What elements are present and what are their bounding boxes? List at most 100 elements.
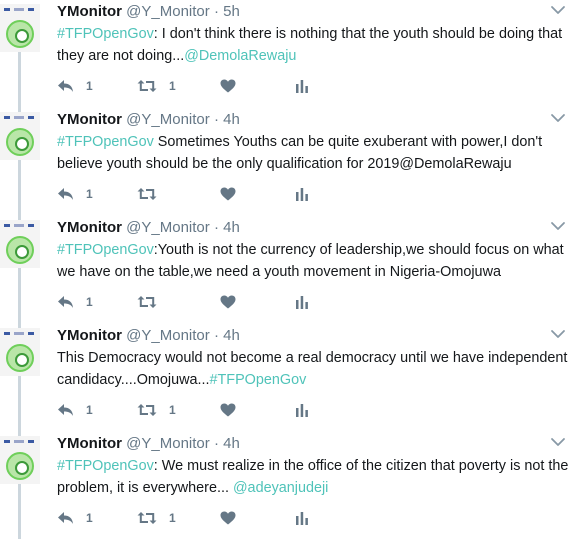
tweet-header: YMonitor @Y_Monitor · 4h xyxy=(57,111,240,129)
tweet-text: #TFPOpenGov:Youth is not the currency of… xyxy=(57,240,577,283)
separator-dot: · xyxy=(213,327,219,344)
hashtag-link[interactable]: #TFPOpenGov xyxy=(210,372,307,388)
tweet-actions: 1 1 xyxy=(57,402,317,418)
avatar[interactable] xyxy=(0,4,40,52)
chevron-down-icon[interactable] xyxy=(550,3,566,15)
bar-chart-icon xyxy=(295,511,309,525)
bar-chart-icon xyxy=(295,295,309,309)
mention-link[interactable]: @adeyanjudeji xyxy=(233,480,328,496)
tweet-text: This Democracy would not become a real d… xyxy=(57,348,577,391)
retweet-button[interactable] xyxy=(137,186,169,202)
reply-icon xyxy=(57,511,74,525)
reply-icon xyxy=(57,295,74,309)
like-button[interactable] xyxy=(220,402,248,418)
reply-button[interactable]: 1 xyxy=(57,510,93,526)
chevron-down-icon[interactable] xyxy=(550,111,566,123)
reply-count: 1 xyxy=(86,187,93,201)
reply-icon xyxy=(57,187,74,201)
tweet-header: YMonitor @Y_Monitor · 4h xyxy=(57,219,240,237)
tweet-text: #TFPOpenGov: I don't think there is noth… xyxy=(57,24,577,67)
separator-dot: · xyxy=(213,219,219,236)
retweet-icon xyxy=(137,187,157,201)
heart-icon xyxy=(220,511,236,525)
analytics-button[interactable] xyxy=(295,294,309,310)
like-button[interactable] xyxy=(220,78,248,94)
like-button[interactable] xyxy=(220,294,248,310)
retweet-button[interactable]: 1 xyxy=(137,510,176,526)
author-name[interactable]: YMonitor xyxy=(57,3,122,20)
retweet-count: 1 xyxy=(169,511,176,525)
retweet-icon xyxy=(137,403,157,417)
avatar[interactable] xyxy=(0,436,40,484)
chevron-down-icon[interactable] xyxy=(550,327,566,339)
author-name[interactable]: YMonitor xyxy=(57,111,122,128)
author-handle[interactable]: @Y_Monitor xyxy=(126,219,210,236)
tweet-text: #TFPOpenGov: We must realize in the offi… xyxy=(57,456,577,499)
timestamp[interactable]: 4h xyxy=(223,219,240,236)
avatar[interactable] xyxy=(0,220,40,268)
like-button[interactable] xyxy=(220,510,248,526)
separator-dot: · xyxy=(213,111,219,128)
tweet-text: #TFPOpenGov Sometimes Youths can be quit… xyxy=(57,132,577,175)
author-name[interactable]: YMonitor xyxy=(57,219,122,236)
retweet-button[interactable] xyxy=(137,294,169,310)
retweet-icon xyxy=(137,295,157,309)
bar-chart-icon xyxy=(295,79,309,93)
hashtag-link[interactable]: #TFPOpenGov xyxy=(57,134,154,150)
retweet-button[interactable]: 1 xyxy=(137,78,176,94)
tweet-header: YMonitor @Y_Monitor · 4h xyxy=(57,327,240,345)
bar-chart-icon xyxy=(295,403,309,417)
analytics-button[interactable] xyxy=(295,510,309,526)
author-handle[interactable]: @Y_Monitor xyxy=(126,3,210,20)
like-button[interactable] xyxy=(220,186,248,202)
avatar[interactable] xyxy=(0,112,40,160)
separator-dot: · xyxy=(213,3,219,20)
timestamp[interactable]: 4h xyxy=(223,435,240,452)
separator-dot: · xyxy=(213,435,219,452)
hashtag-link[interactable]: #TFPOpenGov xyxy=(57,242,154,258)
chevron-down-icon[interactable] xyxy=(550,219,566,231)
tweet-actions: 1 xyxy=(57,294,317,310)
author-handle[interactable]: @Y_Monitor xyxy=(126,111,210,128)
retweet-count: 1 xyxy=(169,403,176,417)
retweet-icon xyxy=(137,511,157,525)
analytics-button[interactable] xyxy=(295,186,309,202)
hashtag-link[interactable]: #TFPOpenGov xyxy=(57,26,154,42)
tweet[interactable]: YMonitor @Y_Monitor · 5h #TFPOpenGov: I … xyxy=(0,0,585,108)
tweet[interactable]: YMonitor @Y_Monitor · 4h #TFPOpenGov:You… xyxy=(0,216,585,324)
tweet-feed: YMonitor @Y_Monitor · 5h #TFPOpenGov: I … xyxy=(0,0,585,539)
author-handle[interactable]: @Y_Monitor xyxy=(126,327,210,344)
reply-count: 1 xyxy=(86,79,93,93)
tweet-actions: 1 xyxy=(57,186,317,202)
tweet[interactable]: YMonitor @Y_Monitor · 4h #TFPOpenGov: We… xyxy=(0,432,585,540)
analytics-button[interactable] xyxy=(295,402,309,418)
mention-link[interactable]: @DemolaRewaju xyxy=(184,48,296,64)
retweet-count: 1 xyxy=(169,79,176,93)
hashtag-link[interactable]: #TFPOpenGov xyxy=(57,458,154,474)
tweet[interactable]: YMonitor @Y_Monitor · 4h #TFPOpenGov Som… xyxy=(0,108,585,216)
reply-button[interactable]: 1 xyxy=(57,402,93,418)
author-name[interactable]: YMonitor xyxy=(57,327,122,344)
tweet-header: YMonitor @Y_Monitor · 4h xyxy=(57,435,240,453)
heart-icon xyxy=(220,295,236,309)
reply-button[interactable]: 1 xyxy=(57,294,93,310)
tweet[interactable]: YMonitor @Y_Monitor · 4h This Democracy … xyxy=(0,324,585,432)
bar-chart-icon xyxy=(295,187,309,201)
chevron-down-icon[interactable] xyxy=(550,435,566,447)
heart-icon xyxy=(220,403,236,417)
timestamp[interactable]: 5h xyxy=(223,3,240,20)
retweet-button[interactable]: 1 xyxy=(137,402,176,418)
avatar[interactable] xyxy=(0,328,40,376)
timestamp[interactable]: 4h xyxy=(223,111,240,128)
reply-icon xyxy=(57,79,74,93)
tweet-header: YMonitor @Y_Monitor · 5h xyxy=(57,3,240,21)
heart-icon xyxy=(220,187,236,201)
reply-button[interactable]: 1 xyxy=(57,186,93,202)
analytics-button[interactable] xyxy=(295,78,309,94)
retweet-icon xyxy=(137,79,157,93)
reply-icon xyxy=(57,403,74,417)
reply-button[interactable]: 1 xyxy=(57,78,93,94)
timestamp[interactable]: 4h xyxy=(223,327,240,344)
author-handle[interactable]: @Y_Monitor xyxy=(126,435,210,452)
author-name[interactable]: YMonitor xyxy=(57,435,122,452)
